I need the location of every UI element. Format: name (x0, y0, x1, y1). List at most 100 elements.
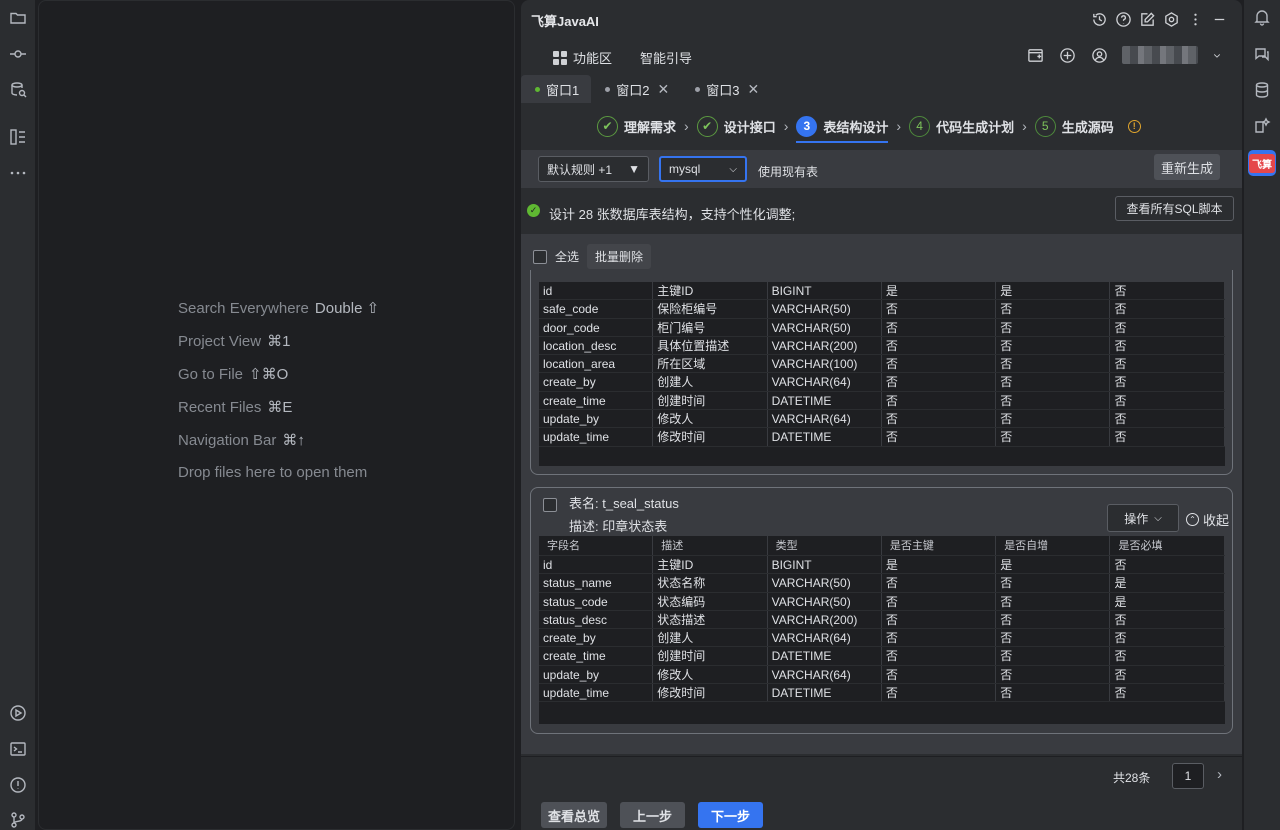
table-cell[interactable]: safe_code (539, 300, 654, 318)
table-cell[interactable]: VARCHAR(64) (768, 629, 882, 647)
table-cell[interactable]: 否 (882, 318, 997, 336)
table-cell[interactable]: 否 (882, 610, 997, 629)
table-cell[interactable]: status_name (539, 574, 654, 592)
table-cell[interactable]: 主键ID (653, 556, 768, 574)
page-number-input[interactable]: 1 (1172, 763, 1204, 789)
chevron-down-icon[interactable] (1212, 46, 1222, 64)
table-cell[interactable]: 否 (1110, 556, 1225, 574)
table-cell[interactable]: 否 (882, 410, 997, 428)
nav-guide[interactable]: 智能引导 (640, 48, 692, 67)
table-cell[interactable]: DATETIME (768, 684, 882, 702)
table-cell[interactable]: 状态名称 (653, 574, 768, 592)
table-cell[interactable]: 具体位置描述 (653, 336, 768, 355)
table-cell[interactable]: id (539, 556, 654, 574)
table-cell[interactable]: 否 (996, 336, 1111, 355)
table-cell[interactable]: VARCHAR(64) (768, 665, 882, 684)
table-cell[interactable]: 是 (882, 282, 997, 300)
table-cell[interactable]: create_time (539, 391, 654, 410)
table-cell[interactable]: 否 (996, 318, 1111, 336)
table-cell[interactable]: update_by (539, 665, 654, 684)
table-row[interactable]: location_area 所在区域 VARCHAR(100) 否否否 (539, 355, 1225, 374)
tab-window-2[interactable]: 窗口2 ✕ (591, 75, 681, 103)
prev-step-button[interactable]: 上一步 (620, 802, 685, 828)
table-cell[interactable]: 否 (996, 410, 1111, 428)
table-cell[interactable]: 是 (996, 556, 1111, 574)
table-row[interactable]: update_time 修改时间 DATETIME 否否否 (539, 684, 1225, 703)
table-cell[interactable]: 否 (1110, 336, 1225, 355)
table-cell[interactable]: 否 (1110, 318, 1225, 336)
table-cell[interactable]: 是 (1110, 592, 1225, 610)
view-all-sql-button[interactable]: 查看所有SQL脚本 (1115, 196, 1234, 221)
edit-icon[interactable] (1138, 10, 1156, 28)
table-cell[interactable]: 否 (996, 373, 1111, 391)
table-cell[interactable]: 是 (882, 556, 997, 574)
table-cell[interactable]: 否 (1110, 355, 1225, 373)
table-cell[interactable]: 否 (1110, 373, 1225, 391)
terminal-icon[interactable] (8, 739, 28, 759)
rule-select[interactable]: 默认规则 +1 ▼ (538, 156, 649, 182)
step-design-api[interactable]: ✔ 设计接口 (696, 112, 776, 140)
table-row[interactable]: create_by 创建人 VARCHAR(64) 否否否 (539, 373, 1225, 392)
tab-window-1[interactable]: 窗口1 (521, 75, 592, 103)
user-icon[interactable] (1090, 46, 1108, 64)
table-row[interactable]: update_by 修改人 VARCHAR(64) 否否否 (539, 665, 1225, 685)
table-row[interactable]: update_by 修改人 VARCHAR(64) 否否否 (539, 410, 1225, 429)
git-branch-icon[interactable] (8, 810, 28, 830)
table-cell[interactable]: create_by (539, 373, 654, 391)
close-icon[interactable]: ✕ (657, 81, 669, 98)
step-understand[interactable]: ✔ 理解需求 (597, 112, 676, 140)
table-cell[interactable]: status_desc (539, 610, 654, 629)
table-row[interactable]: create_time 创建时间 DATETIME 否否否 (539, 391, 1225, 411)
notifications-icon[interactable] (1252, 7, 1272, 27)
settings-icon[interactable] (1162, 10, 1180, 28)
table-cell[interactable]: 柜门编号 (653, 318, 768, 336)
table-cell[interactable]: 否 (996, 592, 1111, 610)
table-cell[interactable]: update_by (539, 410, 654, 428)
table-cell[interactable]: VARCHAR(64) (768, 410, 882, 428)
table-cell[interactable]: 状态编码 (653, 592, 768, 610)
table-cell[interactable]: 否 (996, 355, 1111, 373)
table-cell[interactable]: 否 (882, 665, 997, 684)
step-generate-source[interactable]: 5 生成源码 (1034, 112, 1114, 140)
table-row[interactable]: location_desc 具体位置描述 VARCHAR(200) 否否否 (539, 336, 1225, 356)
table-cell[interactable]: VARCHAR(64) (768, 373, 882, 391)
table-cell[interactable]: id (539, 282, 654, 300)
problems-icon[interactable] (8, 775, 28, 795)
table-cell[interactable]: status_code (539, 592, 654, 610)
table-cell[interactable]: 否 (882, 629, 997, 647)
table-cell[interactable]: 否 (1110, 665, 1225, 684)
table-row[interactable]: create_by 创建人 VARCHAR(64) 否否否 (539, 629, 1225, 648)
table-cell[interactable]: 主键ID (653, 282, 768, 300)
table-cell[interactable]: 否 (1110, 410, 1225, 428)
table-cell[interactable]: 否 (882, 391, 997, 410)
structure-icon[interactable] (8, 127, 28, 147)
table-cell[interactable]: 否 (882, 336, 997, 355)
table-cell[interactable]: DATETIME (768, 647, 882, 665)
batch-delete-button[interactable]: 批量删除 (587, 244, 652, 269)
table-row[interactable]: status_name 状态名称 VARCHAR(50) 否否是 (539, 574, 1225, 593)
table-cell[interactable]: 否 (1110, 391, 1225, 410)
table-row[interactable]: create_time 创建时间 DATETIME 否否否 (539, 647, 1225, 666)
table-row[interactable]: status_code 状态编码 VARCHAR(50) 否否是 (539, 592, 1225, 611)
table-cell[interactable]: 创建时间 (653, 391, 768, 410)
table-cell[interactable]: 否 (996, 574, 1111, 592)
table-cell[interactable]: 是 (996, 282, 1111, 300)
use-existing-tables-link[interactable]: 使用现有表 (758, 163, 818, 180)
database-search-icon[interactable] (8, 80, 28, 100)
table-action-dropdown[interactable]: 操作 ⌵ (1107, 504, 1179, 532)
nav-features[interactable]: 功能区 (553, 48, 612, 67)
history-icon[interactable] (1090, 10, 1108, 28)
step-code-plan[interactable]: 4 代码生成计划 (909, 112, 1014, 140)
table-cell[interactable]: 否 (996, 665, 1111, 684)
table-cell[interactable]: 否 (996, 647, 1111, 665)
table-cell[interactable]: VARCHAR(50) (768, 592, 882, 610)
add-circle-icon[interactable] (1058, 46, 1076, 64)
table-cell[interactable]: 否 (882, 647, 997, 665)
table-cell[interactable]: 否 (1110, 300, 1225, 318)
folder-icon[interactable] (8, 8, 28, 28)
database-icon[interactable] (1252, 80, 1272, 100)
table-cell[interactable]: 否 (882, 355, 997, 373)
step-table-design[interactable]: 3 表结构设计 (796, 112, 889, 143)
table-cell[interactable]: 否 (996, 610, 1111, 629)
table-cell[interactable]: update_time (539, 428, 654, 446)
